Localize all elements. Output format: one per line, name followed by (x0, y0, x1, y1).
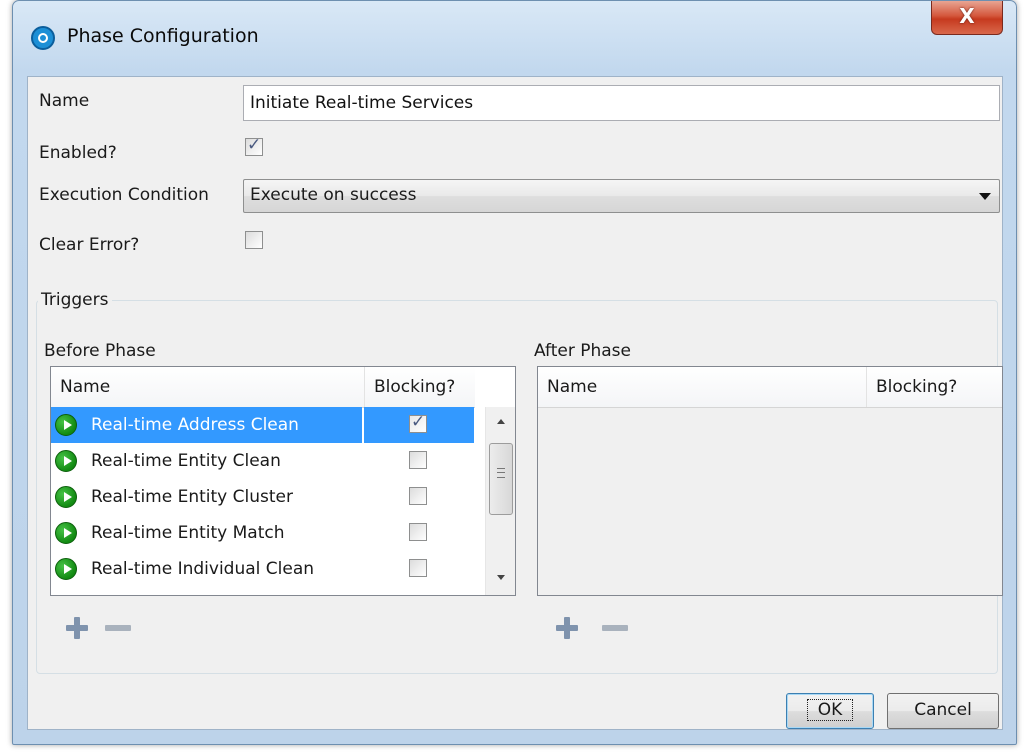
table-row[interactable]: Real-time Individual Clean (51, 551, 475, 587)
scroll-up-icon[interactable] (497, 419, 505, 424)
play-icon (55, 414, 77, 436)
row-name-cell: Real-time Individual Clean (51, 551, 362, 587)
column-header-name[interactable]: Name (51, 367, 364, 407)
table-header: Name Blocking? (538, 367, 1002, 408)
remove-before-trigger-button[interactable] (105, 625, 131, 631)
row-blocking-cell (364, 443, 474, 479)
play-icon (55, 558, 77, 580)
clear-error-checkbox[interactable] (245, 231, 263, 249)
blocking-checkbox[interactable] (409, 451, 427, 469)
name-input[interactable]: Initiate Real-time Services (243, 85, 1000, 121)
app-logo-icon (31, 26, 55, 50)
enabled-checkbox[interactable] (245, 135, 263, 156)
row-name: Real-time Entity Clean (91, 451, 281, 471)
play-icon (55, 522, 77, 544)
cancel-button[interactable]: Cancel (887, 693, 999, 729)
enabled-label: Enabled? (39, 143, 117, 163)
row-blocking-cell (364, 515, 474, 551)
blocking-checkbox[interactable] (409, 559, 427, 577)
remove-after-trigger-button[interactable] (602, 625, 628, 631)
blocking-checkbox[interactable] (409, 412, 427, 433)
row-name-cell: Real-time Entity Cluster (51, 479, 362, 515)
blocking-checkbox[interactable] (409, 487, 427, 505)
add-after-trigger-button[interactable] (556, 617, 578, 639)
dialog-content: Name Initiate Real-time Services Enabled… (27, 76, 1003, 730)
row-blocking-cell (364, 407, 474, 443)
ok-button[interactable]: OK (786, 693, 874, 729)
column-header-blocking[interactable]: Blocking? (364, 367, 475, 407)
ok-button-label: OK (806, 699, 854, 721)
row-name-cell: Real-time Address Clean (51, 407, 362, 443)
row-blocking-cell (364, 479, 474, 515)
before-phase-label: Before Phase (44, 341, 156, 361)
close-button[interactable]: X (931, 1, 1003, 35)
play-icon (55, 486, 77, 508)
table-row[interactable]: Real-time Entity Cluster (51, 479, 475, 515)
row-name: Real-time Address Clean (91, 415, 299, 435)
name-label: Name (39, 91, 90, 111)
blocking-checkbox[interactable] (409, 523, 427, 541)
row-name-cell: Real-time Entity Clean (51, 443, 362, 479)
row-name-cell: Real-time Entity Match (51, 515, 362, 551)
before-phase-table: Name Blocking? Real-time Address Clean R… (50, 366, 516, 596)
scroll-down-icon[interactable] (497, 575, 505, 580)
column-header-name[interactable]: Name (538, 367, 866, 407)
execution-condition-select[interactable]: Execute on success (243, 179, 1000, 213)
execution-condition-label: Execution Condition (39, 185, 209, 205)
grip-icon (497, 468, 505, 478)
play-icon (55, 450, 77, 472)
triggers-group-label: Triggers (38, 290, 112, 310)
title-bar[interactable]: Phase Configuration X (13, 1, 1016, 76)
after-phase-label: After Phase (534, 341, 631, 361)
table-row[interactable]: Real-time Entity Match (51, 515, 475, 551)
row-name: Real-time Individual Clean (91, 559, 315, 579)
table-row[interactable]: Real-time Entity Clean (51, 443, 475, 479)
scrollbar-thumb[interactable] (489, 443, 513, 515)
after-phase-table: Name Blocking? (537, 366, 1003, 596)
chevron-down-icon (979, 193, 991, 200)
column-header-blocking[interactable]: Blocking? (866, 367, 1002, 407)
vertical-scrollbar[interactable] (485, 407, 515, 595)
dialog-title: Phase Configuration (67, 25, 259, 47)
row-name: Real-time Entity Cluster (91, 487, 293, 507)
row-blocking-cell (364, 551, 474, 587)
row-name: Real-time Entity Match (91, 523, 285, 543)
table-header: Name Blocking? (51, 367, 475, 408)
empty-table-area[interactable] (538, 408, 1002, 595)
table-row[interactable]: Real-time Address Clean (51, 407, 475, 443)
clear-error-label: Clear Error? (39, 235, 140, 255)
phase-configuration-dialog: Phase Configuration X Name Initiate Real… (12, 0, 1017, 745)
add-before-trigger-button[interactable] (66, 617, 88, 639)
execution-condition-value: Execute on success (250, 185, 417, 205)
